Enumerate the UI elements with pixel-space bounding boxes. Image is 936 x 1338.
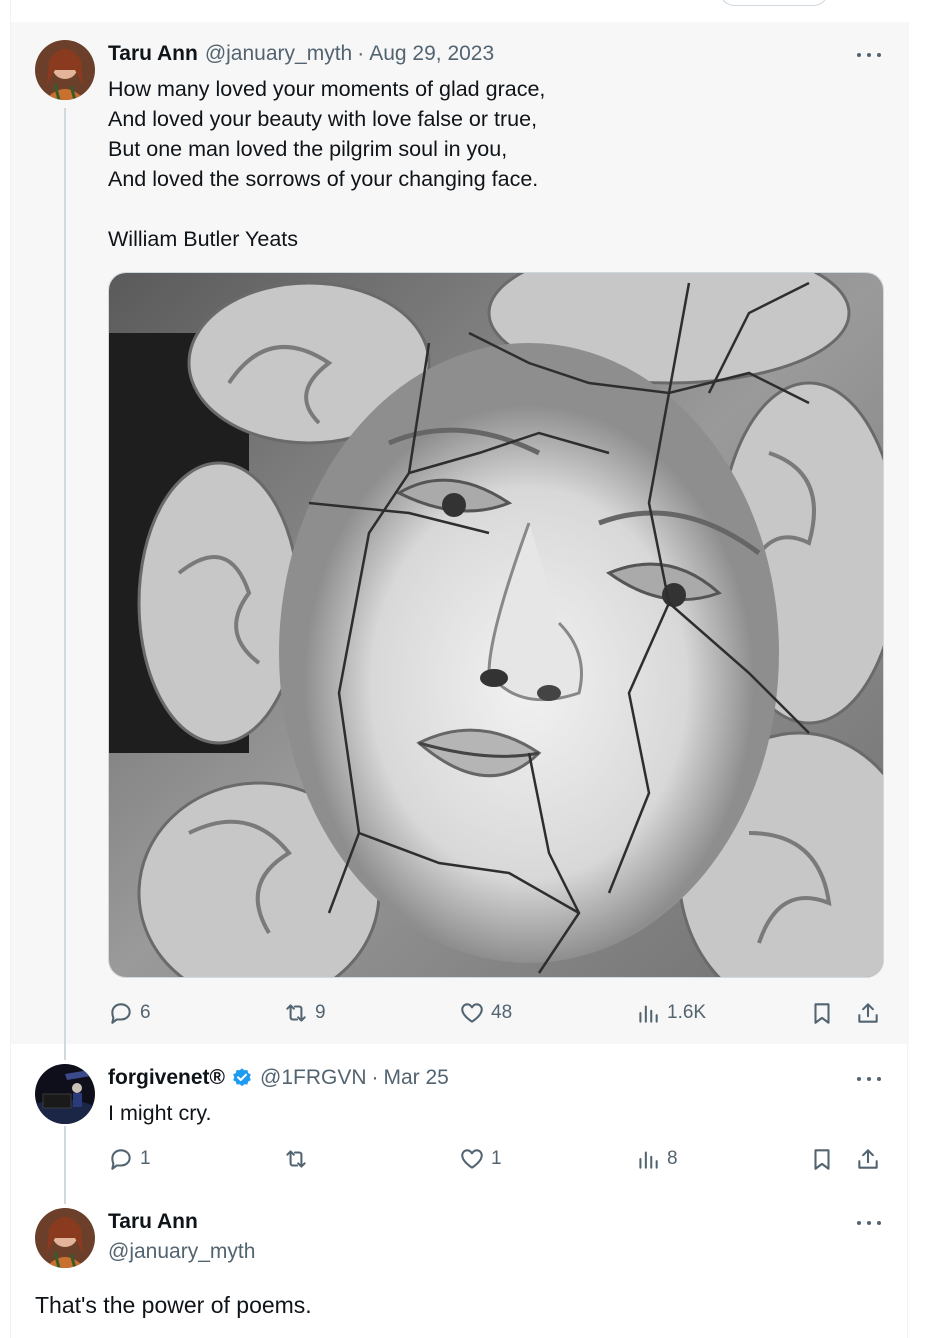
reply-button[interactable]: 1 bbox=[108, 1144, 151, 1174]
share-icon bbox=[858, 1149, 878, 1169]
tweet-focused[interactable]: Taru Ann @january_myth That's the power … bbox=[11, 1194, 909, 1338]
timeline-column: Taru Ann @january_myth · Aug 29, 2023 Ho… bbox=[10, 0, 909, 1338]
share-icon bbox=[858, 1003, 878, 1023]
views-button[interactable]: 8 bbox=[635, 1144, 678, 1174]
like-button[interactable]: 1 bbox=[459, 1144, 502, 1174]
view-count: 1.6K bbox=[667, 1002, 707, 1023]
more-options-icon[interactable] bbox=[857, 1074, 881, 1084]
tweet-date[interactable]: Aug 29, 2023 bbox=[369, 42, 494, 66]
repost-button[interactable] bbox=[283, 1144, 315, 1174]
author-name[interactable]: Taru Ann bbox=[108, 42, 198, 66]
view-count: 8 bbox=[667, 1148, 678, 1169]
bookmark-button[interactable] bbox=[809, 998, 835, 1028]
views-chart-icon bbox=[639, 1005, 658, 1023]
author-name[interactable]: Taru Ann bbox=[108, 1210, 198, 1234]
reply-count: 6 bbox=[140, 1002, 151, 1023]
tweet-text: I might cry. bbox=[108, 1101, 212, 1125]
reply-button[interactable]: 6 bbox=[108, 998, 151, 1028]
tweet-actions: 1 1 8 bbox=[108, 1144, 884, 1174]
tweet-actions: 6 9 48 1.6K bbox=[108, 998, 884, 1028]
views-button[interactable]: 1.6K bbox=[635, 998, 706, 1028]
repost-button[interactable]: 9 bbox=[283, 998, 326, 1028]
bookmark-icon bbox=[814, 1149, 830, 1170]
author-handle[interactable]: @january_myth bbox=[108, 1240, 255, 1264]
tweet-text: That's the power of poems. bbox=[35, 1292, 312, 1318]
heart-icon bbox=[461, 1149, 483, 1169]
thread-line bbox=[64, 108, 66, 1058]
thread-line bbox=[64, 1046, 66, 1060]
reply-count: 1 bbox=[140, 1148, 151, 1169]
avatar[interactable] bbox=[35, 40, 95, 100]
reply-icon bbox=[111, 1003, 131, 1024]
top-strip bbox=[11, 0, 909, 22]
verified-badge-icon bbox=[233, 1068, 251, 1087]
repost-icon bbox=[286, 1150, 306, 1168]
top-pill-button[interactable] bbox=[719, 0, 829, 6]
bookmark-icon bbox=[814, 1003, 830, 1024]
heart-icon bbox=[461, 1003, 483, 1023]
author-name[interactable]: forgivenet® bbox=[108, 1066, 225, 1090]
like-count: 48 bbox=[491, 1002, 513, 1023]
tweet-main[interactable]: Taru Ann @january_myth · Aug 29, 2023 Ho… bbox=[11, 22, 909, 1058]
tweet-header: forgivenet® @1FRGVN · Mar 25 bbox=[108, 1066, 449, 1090]
like-count: 1 bbox=[491, 1148, 502, 1169]
avatar[interactable] bbox=[35, 1064, 95, 1124]
tweet-handle-row: @january_myth bbox=[108, 1240, 255, 1264]
tweet-text: How many loved your moments of glad grac… bbox=[108, 77, 546, 251]
more-options-icon[interactable] bbox=[857, 50, 881, 60]
reply-icon bbox=[111, 1149, 131, 1170]
avatar[interactable] bbox=[35, 1208, 95, 1268]
share-button[interactable] bbox=[855, 998, 881, 1028]
author-handle[interactable]: @january_myth bbox=[205, 42, 352, 66]
repost-count: 9 bbox=[315, 1002, 326, 1023]
thread-line bbox=[64, 1126, 66, 1204]
separator: · bbox=[357, 42, 365, 65]
tweet-reply[interactable]: forgivenet® @1FRGVN · Mar 25 I might cry… bbox=[11, 1046, 909, 1204]
author-handle[interactable]: @1FRGVN bbox=[260, 1066, 367, 1090]
like-button[interactable]: 48 bbox=[459, 998, 512, 1028]
share-button[interactable] bbox=[855, 1144, 881, 1174]
repost-icon bbox=[286, 1004, 306, 1022]
tweet-date[interactable]: Mar 25 bbox=[384, 1066, 449, 1090]
tweet-header: Taru Ann bbox=[108, 1210, 198, 1234]
tweet-header: Taru Ann @january_myth · Aug 29, 2023 bbox=[108, 42, 494, 66]
views-chart-icon bbox=[639, 1151, 658, 1169]
more-options-icon[interactable] bbox=[857, 1218, 881, 1228]
tweet-media-image[interactable] bbox=[108, 272, 884, 978]
separator: · bbox=[371, 1066, 379, 1089]
bookmark-button[interactable] bbox=[809, 1144, 835, 1174]
cracked-statue-face-image bbox=[109, 273, 883, 977]
